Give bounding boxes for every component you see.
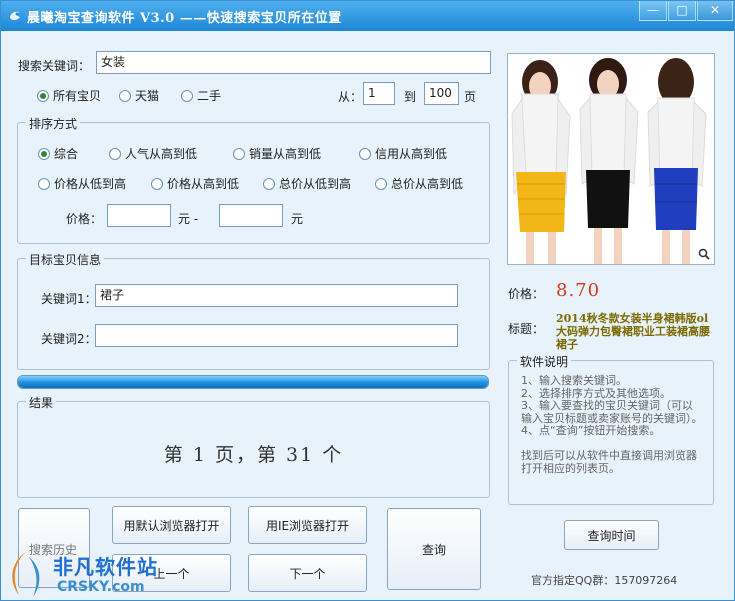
skirt-black — [586, 170, 630, 228]
radio-icon — [263, 177, 275, 190]
page-from-input[interactable]: 1 — [363, 82, 395, 105]
keyword1-input[interactable]: 裙子 — [95, 284, 458, 307]
radio-icon — [181, 89, 193, 102]
radio-icon — [119, 89, 131, 102]
scope-radio-all[interactable]: 所有宝贝 — [37, 87, 101, 104]
query-time-button[interactable]: 查询时间 — [564, 520, 659, 550]
sort-option-label: 信用从高到低 — [375, 147, 448, 161]
search-keyword-input[interactable]: 女装 — [96, 51, 491, 74]
keyword2-label: 关键词2： — [41, 332, 97, 346]
sort-group-title: 排序方式 — [26, 115, 81, 132]
sort-option-label: 总价从低到高 — [279, 177, 352, 191]
product-title[interactable]: 2014秋冬款女装半身裙韩版ol大码弹力包臀裙职业工装裙高腰裙子 — [556, 312, 716, 351]
help-group-title: 软件说明 — [517, 353, 572, 370]
sort-radio-total-asc[interactable]: 总价从低到高 — [263, 175, 351, 192]
sort-radio-sales[interactable]: 销量从高到低 — [233, 145, 321, 162]
site-watermark: 非凡软件站 CRSKY.com — [5, 541, 175, 601]
watermark-subtitle: CRSKY.com — [57, 579, 145, 595]
radio-icon — [151, 177, 163, 190]
price-max-input[interactable] — [219, 204, 283, 227]
radio-icon — [109, 147, 121, 160]
radio-icon — [38, 177, 50, 190]
price-filter-label: 价格： — [66, 212, 103, 226]
sort-radio-total-desc[interactable]: 总价从高到低 — [375, 175, 463, 192]
sort-radio-default[interactable]: 综合 — [38, 145, 78, 162]
search-keyword-label: 搜索关键词： — [18, 59, 91, 73]
title-bar[interactable]: 晨曦淘宝查询软件 V3.0 ——快速搜索宝贝所在位置 — □ ✕ — [1, 1, 734, 31]
product-title-label: 标题： — [508, 322, 545, 336]
next-button[interactable]: 下一个 — [248, 554, 367, 592]
sort-option-label: 人气从高到低 — [125, 147, 198, 161]
keyword2-input[interactable] — [95, 324, 458, 347]
result-group: 结果 第 1 页，第 31 个 — [17, 394, 490, 498]
scope-radio-tmall-label: 天猫 — [135, 89, 160, 103]
help-group: 软件说明 1、输入搜索关键词。 2、选择排序方式及其他选项。 3、输入要查找的宝贝关… — [508, 353, 714, 505]
price-min-input[interactable] — [107, 204, 171, 227]
qq-group-info: 官方指定QQ群：157097264 — [531, 574, 678, 587]
target-group-title: 目标宝贝信息 — [26, 251, 105, 268]
page-unit-label: 页 — [464, 90, 477, 104]
help-text: 1、输入搜索关键词。 2、选择排序方式及其他选项。 3、输入要查找的宝贝关键词（可以… — [521, 374, 703, 475]
page-to-label: 到 — [404, 90, 417, 104]
keyword1-label: 关键词1： — [41, 292, 97, 306]
watermark-logo-icon — [12, 551, 40, 597]
app-logo-icon — [10, 11, 20, 21]
radio-selected-icon — [37, 89, 49, 102]
app-window: 晨曦淘宝查询软件 V3.0 ——快速搜索宝贝所在位置 — □ ✕ 搜索关键词： … — [0, 0, 735, 601]
sort-option-label: 价格从低到高 — [54, 177, 127, 191]
result-text: 第 1 页，第 31 个 — [163, 444, 344, 466]
product-price: 8.70 — [556, 280, 601, 301]
search-progress-bar — [17, 375, 489, 389]
progress-fill — [18, 376, 488, 388]
sort-option-label: 销量从高到低 — [249, 147, 322, 161]
sort-option-label: 总价从高到低 — [391, 177, 464, 191]
price-unit-label: 元 - — [178, 212, 199, 226]
product-price-label: 价格： — [508, 287, 545, 301]
open-default-browser-button[interactable]: 用默认浏览器打开 — [112, 506, 231, 544]
sort-radio-popularity[interactable]: 人气从高到低 — [109, 145, 197, 162]
watermark-title: 非凡软件站 — [53, 555, 158, 579]
sort-option-label: 价格从高到低 — [167, 177, 240, 191]
sort-option-label: 综合 — [54, 147, 79, 161]
scope-radio-secondhand-label: 二手 — [197, 89, 222, 103]
result-group-title: 结果 — [26, 394, 57, 411]
product-photo — [508, 54, 714, 264]
magnifier-icon[interactable] — [698, 248, 710, 260]
page-to-input[interactable]: 100 — [424, 82, 459, 105]
radio-icon — [233, 147, 245, 160]
skirt-yellow — [516, 172, 566, 232]
radio-selected-icon — [38, 147, 50, 160]
radio-icon — [359, 147, 371, 160]
sort-radio-credit[interactable]: 信用从高到低 — [359, 145, 447, 162]
close-button[interactable]: ✕ — [697, 1, 733, 21]
price-unit-label: 元 — [291, 212, 304, 226]
sort-radio-price-asc[interactable]: 价格从低到高 — [38, 175, 126, 192]
sort-group: 排序方式 综合 人气从高到低 销量从高到低 信用从高到低 价格从低到高 价格从高… — [17, 115, 490, 244]
page-from-label: 从： — [338, 90, 363, 104]
product-image[interactable] — [507, 53, 715, 265]
window-title: 晨曦淘宝查询软件 V3.0 ——快速搜索宝贝所在位置 — [27, 11, 342, 26]
minimize-button[interactable]: — — [639, 1, 667, 21]
query-button[interactable]: 查询 — [387, 508, 481, 590]
scope-radio-all-label: 所有宝贝 — [53, 89, 102, 103]
maximize-button[interactable]: □ — [668, 1, 696, 21]
sort-radio-price-desc[interactable]: 价格从高到低 — [151, 175, 239, 192]
target-group: 目标宝贝信息 关键词1： 裙子 关键词2： — [17, 251, 490, 370]
open-ie-browser-button[interactable]: 用IE浏览器打开 — [248, 506, 367, 544]
radio-icon — [375, 177, 387, 190]
scope-radio-tmall[interactable]: 天猫 — [119, 87, 159, 104]
skirt-blue — [654, 168, 698, 230]
scope-radio-secondhand[interactable]: 二手 — [181, 87, 221, 104]
